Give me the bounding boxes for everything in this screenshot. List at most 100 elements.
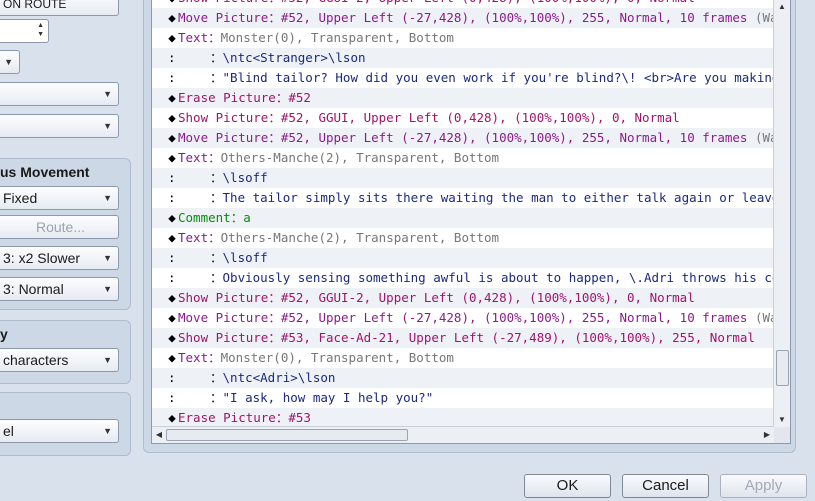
continuation-marker: : [168, 170, 176, 185]
route-edit-label: Route... [35, 219, 86, 235]
diamond-icon: ◆ [168, 110, 176, 125]
separator: ： [268, 290, 281, 305]
event-row-continuation[interactable]: : ：\lsoff [152, 248, 774, 268]
arrow-right-icon[interactable]: ▶ [760, 427, 774, 443]
event-row[interactable]: ◆ Comment：a [152, 208, 774, 228]
event-row-continuation[interactable]: : ：\ntc<Stranger>\lson [152, 48, 774, 68]
event-row[interactable]: ◆Show Picture：#52, GGUI-2, Upper Left (0… [152, 0, 774, 8]
event-row[interactable]: ◆ Show Picture：#52, GGUI, Upper Left (0,4… [152, 108, 774, 128]
command-name: Erase Picture [178, 410, 276, 425]
trigger-select[interactable]: el ▼ [0, 419, 119, 443]
command-args: The tailor simply sits there waiting the… [222, 190, 774, 205]
event-row-continuation[interactable]: : ：\ntc<Adri>\lson [152, 368, 774, 388]
separator: ： [268, 10, 281, 25]
diamond-icon: ◆ [168, 290, 176, 305]
priority-select[interactable]: characters ▼ [0, 348, 119, 372]
event-row[interactable]: ◆ Erase Picture：#53 [152, 408, 774, 428]
separator: ： [210, 190, 223, 205]
command-args: "I ask, how may I help you?" [222, 390, 434, 405]
event-row[interactable]: ◆ Text：Others-Manche(2), Transparent, Bot… [152, 228, 774, 248]
command-args: Monster(0), Transparent, Bottom [220, 350, 454, 365]
command-name: Show Picture [178, 110, 269, 125]
event-row[interactable]: ◆ Move Picture：#52, Upper Left (-27,428),… [152, 128, 774, 148]
command-name: Text [178, 350, 209, 365]
chevron-down-icon: ▼ [103, 284, 112, 294]
diamond-icon: ◆ [168, 350, 176, 365]
chevron-down-icon: ▼ [103, 355, 112, 365]
command-name: Comment [178, 210, 231, 225]
event-row-continuation[interactable]: : ：\lsoff [152, 168, 774, 188]
diamond-icon: ◆ [168, 130, 176, 145]
event-row[interactable]: ◆ Move Picture：#52, Upper Left (-27,428),… [152, 8, 774, 28]
trigger-value: el [3, 423, 14, 439]
speed-select[interactable]: 3: x2 Slower ▼ [0, 246, 119, 270]
continuation-marker: : [168, 390, 176, 405]
event-row[interactable]: ◆ Text：Others-Manche(2), Transparent, Bot… [152, 148, 774, 168]
command-args: Others-Manche(2), Transparent, Bottom [220, 150, 500, 165]
separator: ： [210, 70, 223, 85]
diamond-icon: ◆ [168, 410, 176, 425]
scroll-corner [774, 427, 790, 443]
spinner-field[interactable]: ▲ ▼ [0, 19, 49, 43]
event-row-continuation[interactable]: : ：Obviously sensing something awful is a… [152, 268, 774, 288]
autonomous-movement-header: us Movement [0, 164, 90, 180]
separator: ： [208, 230, 221, 245]
separator: ： [210, 370, 223, 385]
separator: ： [230, 210, 244, 225]
separator: ： [208, 150, 221, 165]
diamond-icon: ◆ [168, 310, 176, 325]
continuation-marker: : [168, 250, 176, 265]
command-args: a [243, 210, 251, 225]
movement-type-select[interactable]: Fixed ▼ [0, 186, 119, 210]
arrow-up-icon[interactable]: ▲ [774, 0, 790, 14]
event-command-list[interactable]: ◆Show Picture：#52, GGUI-2, Upper Left (0… [151, 0, 791, 444]
dropdown-2[interactable]: ▼ [0, 114, 119, 138]
command-args: \ntc<Stranger>\lson [222, 50, 366, 65]
chevron-down-icon: ▼ [4, 57, 13, 67]
event-row[interactable]: ◆ Move Picture：#52, Upper Left (-27,428),… [152, 308, 774, 328]
route-button[interactable]: ON ROUTE [0, 0, 119, 16]
chevron-down-icon: ▼ [103, 89, 112, 99]
event-row[interactable]: ◆ Text：Monster(0), Transparent, Bottom [152, 348, 774, 368]
event-row[interactable]: ◆ Show Picture：#53, Face-Ad-21, Upper Lef… [152, 328, 774, 348]
route-button-label: ON ROUTE [3, 0, 67, 11]
ok-button[interactable]: OK [524, 474, 611, 498]
frequency-select[interactable]: 3: Normal ▼ [0, 277, 119, 301]
event-rows: ◆Show Picture：#52, GGUI-2, Upper Left (0… [152, 0, 774, 428]
continuation-marker: : [168, 370, 176, 385]
cancel-button[interactable]: Cancel [622, 474, 709, 498]
command-name: Move Picture [178, 310, 269, 325]
event-row-continuation[interactable]: : ："I ask, how may I help you?" [152, 388, 774, 408]
command-args: #53, Face-Ad-21, Upper Left (-27,489), (… [280, 330, 755, 345]
dropdown-1[interactable]: ▼ [0, 82, 119, 106]
arrow-down-icon[interactable]: ▼ [774, 413, 790, 427]
movement-type-value: Fixed [3, 190, 38, 206]
event-row[interactable]: ◆ Text：Monster(0), Transparent, Bottom [152, 28, 774, 48]
vertical-scrollbar[interactable]: ▲ ▼ [773, 0, 790, 427]
chevron-down-icon: ▼ [103, 253, 112, 263]
command-args: Monster(0), Transparent, Bottom [220, 30, 454, 45]
event-row[interactable]: ◆Show Picture：#52, GGUI-2, Upper Left (0… [152, 288, 774, 308]
event-row-continuation[interactable]: : ："Blind tailor? How did you even work i… [152, 68, 774, 88]
horizontal-scrollbar[interactable]: ◀ ▶ [152, 426, 774, 443]
apply-button[interactable]: Apply [720, 474, 807, 498]
separator: ： [268, 0, 281, 5]
horizontal-scroll-thumb[interactable] [166, 429, 408, 441]
dropdown-small[interactable]: ▼ [0, 50, 20, 74]
command-name: Text [178, 230, 209, 245]
separator: ： [268, 130, 281, 145]
command-args: "Blind tailor? How did you even work if … [222, 70, 774, 85]
event-row-continuation[interactable]: : ：The tailor simply sits there waiting t… [152, 188, 774, 208]
vertical-scroll-thumb[interactable] [776, 350, 789, 386]
diamond-icon: ◆ [168, 150, 176, 165]
spin-up-icon[interactable]: ▲ ▼ [37, 21, 44, 39]
arrow-left-icon[interactable]: ◀ [152, 427, 166, 443]
command-name: Text [178, 30, 209, 45]
command-name: Show Picture [178, 290, 269, 305]
route-edit-button[interactable]: Route... [0, 215, 119, 239]
separator: ： [210, 270, 223, 285]
event-row[interactable]: ◆ Erase Picture：#52 [152, 88, 774, 108]
frequency-value: 3: Normal [3, 281, 64, 297]
command-args: #52, Upper Left (-27,428), (100%,100%), … [280, 10, 748, 25]
separator: ： [275, 90, 289, 105]
